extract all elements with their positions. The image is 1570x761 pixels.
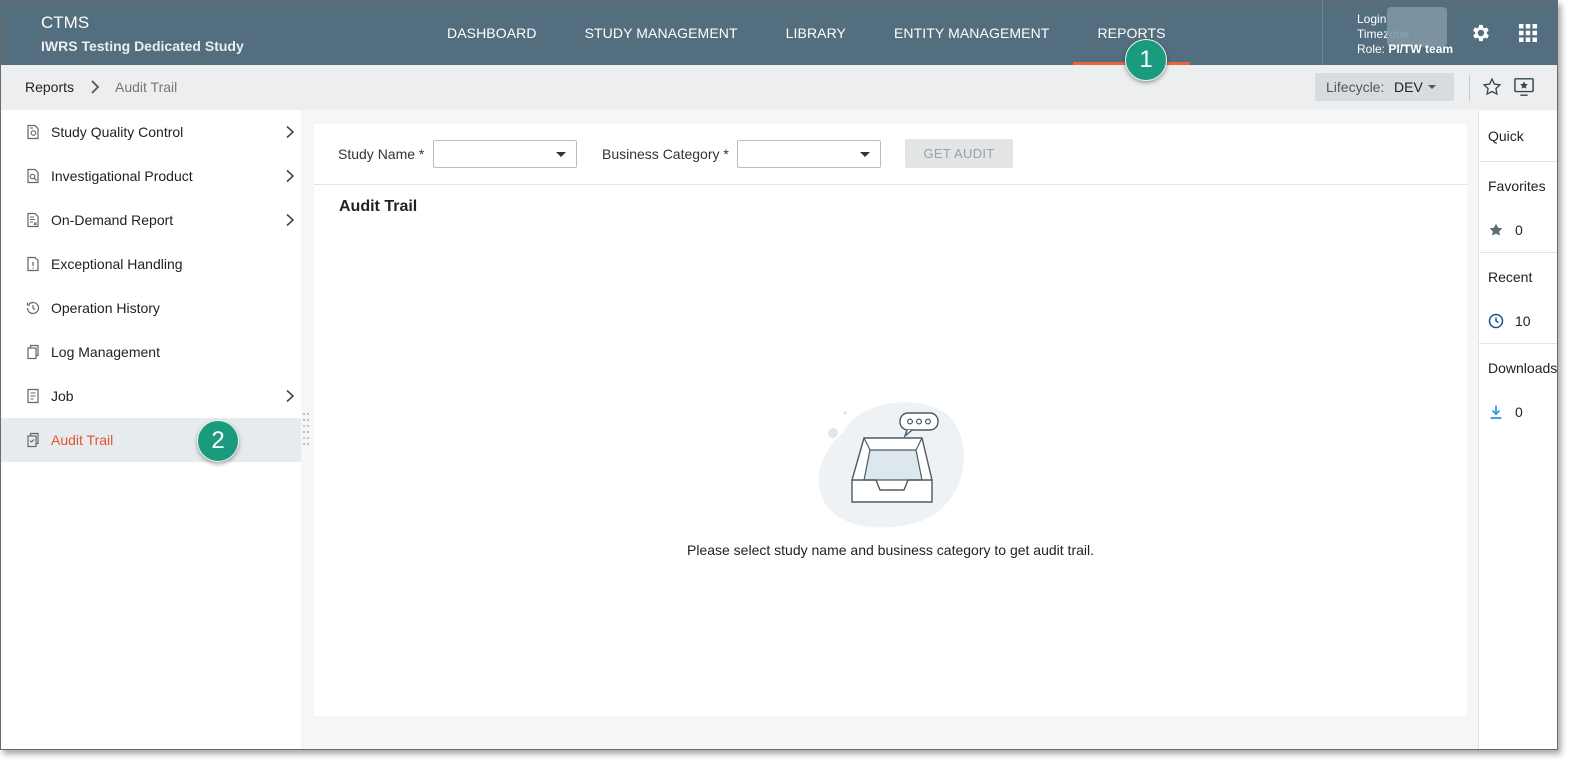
get-audit-button[interactable]: GET AUDIT — [905, 139, 1013, 168]
business-category-label: Business Category * — [602, 146, 729, 162]
sidebar-item-log-management[interactable]: Log Management — [1, 330, 301, 374]
sidebar-item-audit-trail[interactable]: Audit Trail — [1, 418, 301, 462]
settings-gear-icon[interactable] — [1468, 21, 1492, 45]
downloads-count: 0 — [1515, 404, 1523, 420]
quick-title: Quick — [1488, 128, 1524, 144]
copy-doc-icon — [27, 344, 39, 360]
audit-doc-icon — [27, 432, 39, 448]
callout-badge-2: 2 — [197, 420, 239, 462]
sidebar-item-exceptional-handling[interactable]: Exceptional Handling — [1, 242, 301, 286]
callout-badge-1: 1 — [1125, 39, 1167, 81]
sidebar-item-label: Investigational Product — [51, 168, 193, 184]
top-header: CTMS IWRS Testing Dedicated Study DASHBO… — [1, 1, 1557, 65]
sidebar-item-job[interactable]: Job — [1, 374, 301, 418]
breadcrumb-audit-trail: Audit Trail — [115, 79, 178, 95]
lifecycle-label: Lifecycle: — [1326, 79, 1385, 95]
sidebar-item-operation-history[interactable]: Operation History — [1, 286, 301, 330]
main-nav: DASHBOARD STUDY MANAGEMENT LIBRARY ENTIT… — [423, 1, 1190, 65]
star-icon — [1489, 223, 1503, 236]
lifecycle-value: DEV — [1394, 79, 1423, 95]
brand[interactable]: CTMS IWRS Testing Dedicated Study — [41, 13, 244, 56]
job-doc-icon — [27, 388, 39, 404]
sidebar-item-label: Job — [51, 388, 74, 404]
divider — [1479, 343, 1557, 344]
study-name-select[interactable] — [433, 140, 577, 168]
clock-icon — [1488, 313, 1504, 329]
sidebar-item-label: Study Quality Control — [51, 124, 184, 140]
chevron-down-icon — [860, 152, 870, 157]
chevron-right-icon — [286, 389, 295, 403]
business-category-select[interactable] — [737, 140, 881, 168]
divider — [1479, 252, 1557, 253]
history-icon — [26, 301, 40, 315]
sidebar-item-label: Operation History — [51, 300, 160, 316]
nav-library[interactable]: LIBRARY — [762, 1, 870, 65]
study-name-label: Study Name * — [338, 146, 425, 162]
audit-trail-panel: Study Name * Business Category * GET AUD… — [314, 124, 1467, 716]
login-label: Login — [1357, 12, 1387, 26]
recent-label[interactable]: Recent — [1488, 269, 1532, 285]
downloads-label[interactable]: Downloads — [1488, 360, 1557, 376]
star-favorite-icon[interactable] — [1482, 77, 1502, 97]
screen-favorite-icon[interactable] — [1513, 77, 1535, 97]
nav-study-management[interactable]: STUDY MANAGEMENT — [561, 1, 762, 65]
breadcrumb: Reports Audit Trail Lifecycle: DEV — [1, 65, 1557, 110]
role-value: PI/TW team — [1388, 42, 1454, 56]
favorites-count: 0 — [1515, 222, 1523, 238]
breadcrumb-reports[interactable]: Reports — [25, 65, 74, 110]
breadcrumb-separator-chevron-icon — [89, 80, 101, 94]
sidebar-resize-handle[interactable] — [302, 411, 310, 447]
chevron-right-icon — [286, 169, 295, 183]
sidebar-item-label: Exceptional Handling — [51, 256, 183, 272]
role-label: Role: — [1357, 42, 1386, 56]
favorites-count-button[interactable]: 0 — [1488, 222, 1523, 238]
quick-panel: Quick Favorites 0 Recent 10 Downloads 0 — [1478, 111, 1557, 749]
sidebar-item-label: Log Management — [51, 344, 160, 360]
chevron-down-icon — [556, 152, 566, 157]
quality-doc-icon — [27, 124, 39, 140]
sidebar-item-label: On-Demand Report — [51, 212, 174, 228]
apps-grid-icon[interactable] — [1516, 21, 1540, 45]
sidebar: Study Quality Control Investigational Pr… — [1, 110, 301, 749]
filter-bar: Study Name * Business Category * GET AUD… — [314, 124, 1467, 185]
empty-inbox-illustration-icon — [818, 402, 964, 528]
download-icon — [1490, 405, 1502, 419]
file-alert-icon — [27, 256, 39, 272]
app-name: CTMS — [41, 13, 90, 32]
report-doc-icon — [27, 212, 39, 228]
lifecycle-select[interactable]: Lifecycle: DEV — [1315, 73, 1454, 101]
chevron-down-icon — [1428, 85, 1436, 89]
study-name: IWRS Testing Dedicated Study — [41, 38, 244, 54]
redacted-user-info — [1387, 7, 1447, 47]
product-doc-icon — [27, 168, 39, 184]
sidebar-item-investigational-product[interactable]: Investigational Product — [1, 154, 301, 198]
empty-state-message: Please select study name and business ca… — [686, 542, 1094, 558]
downloads-count-button[interactable]: 0 — [1488, 404, 1523, 420]
chevron-right-icon — [286, 125, 295, 139]
divider — [1479, 161, 1557, 162]
recent-count: 10 — [1515, 313, 1531, 329]
recent-count-button[interactable]: 10 — [1488, 313, 1531, 329]
nav-dashboard[interactable]: DASHBOARD — [423, 1, 561, 65]
user-info[interactable]: Login Timezone Role: PI/TW team — [1322, 1, 1463, 65]
nav-entity-management[interactable]: ENTITY MANAGEMENT — [870, 1, 1073, 65]
sidebar-item-on-demand-report[interactable]: On-Demand Report — [1, 198, 301, 242]
toolbar-divider — [1469, 75, 1470, 101]
sidebar-item-label: Audit Trail — [51, 432, 114, 448]
favorites-label[interactable]: Favorites — [1488, 178, 1546, 194]
app-window: CTMS IWRS Testing Dedicated Study DASHBO… — [0, 0, 1558, 750]
chevron-right-icon — [286, 213, 295, 227]
sidebar-item-study-quality-control[interactable]: Study Quality Control — [1, 110, 301, 154]
section-title: Audit Trail — [339, 198, 418, 215]
